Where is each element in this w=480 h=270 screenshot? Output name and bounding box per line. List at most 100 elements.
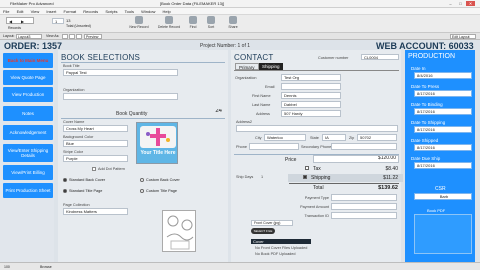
- stripe-color-select[interactable]: Purple: [63, 155, 128, 162]
- date-to-press-field[interactable]: 8/17/2016: [414, 90, 472, 97]
- payment-type-field[interactable]: [331, 194, 397, 201]
- tax-checkbox[interactable]: [305, 166, 309, 170]
- address2-field[interactable]: [236, 125, 398, 132]
- book-title-field[interactable]: Paypal Test: [63, 69, 178, 76]
- first-name-field[interactable]: Dennis: [281, 92, 341, 99]
- payment-amount-field[interactable]: [331, 203, 397, 210]
- date-in-field[interactable]: 8/4/2016: [414, 72, 472, 79]
- date-due-ship-field[interactable]: 8/17/2016: [414, 162, 472, 169]
- menu-tools[interactable]: Tools: [122, 8, 137, 15]
- city-field[interactable]: Waterloo: [264, 134, 306, 141]
- total-value: $139.62: [378, 185, 398, 191]
- find-button[interactable]: Find: [186, 16, 200, 29]
- sidebar-item-print-production[interactable]: Print Production Sheet: [3, 183, 53, 198]
- sort-button[interactable]: Sort: [204, 16, 218, 29]
- transaction-id-field[interactable]: [331, 212, 397, 219]
- cover-name-select[interactable]: Cross My Heart: [63, 125, 128, 132]
- custom-back-cover-label: Custom Back Cover: [146, 178, 180, 182]
- select-file-button[interactable]: SELECT FILE: [251, 228, 275, 234]
- delete-record-icon: [165, 16, 173, 24]
- email-field[interactable]: [281, 83, 341, 90]
- share-label: Share: [228, 25, 238, 29]
- tab-primary[interactable]: Primary: [235, 63, 259, 70]
- menu-edit[interactable]: Edit: [14, 8, 27, 15]
- price-field[interactable]: $120.00: [313, 155, 399, 163]
- menu-view[interactable]: View: [28, 8, 43, 15]
- new-record-button[interactable]: New Record: [128, 16, 150, 29]
- address-field[interactable]: 507 Hardy: [281, 110, 341, 117]
- contact-organization-field[interactable]: Test Org: [281, 74, 341, 81]
- custom-title-page-radio[interactable]: [140, 189, 144, 193]
- sidebar-item-quote-page[interactable]: View Quote Page: [3, 70, 53, 85]
- city-label: City: [255, 136, 262, 140]
- customer-number-field[interactable]: CL0004: [361, 54, 399, 60]
- preview-button[interactable]: Preview: [84, 34, 102, 39]
- minimize-button[interactable]: –: [446, 1, 455, 6]
- menu-records[interactable]: Records: [80, 8, 101, 15]
- production-panel: PRODUCTION Date In 8/4/2016 Date To Pres…: [405, 50, 475, 262]
- standard-title-page-radio[interactable]: [63, 189, 67, 193]
- shipping-value: $11.22: [383, 175, 398, 181]
- book-quantity-field[interactable]: 24: [186, 109, 224, 117]
- sidebar-item-notes[interactable]: Notes: [3, 106, 53, 121]
- delete-record-button[interactable]: Delete Record: [156, 16, 182, 29]
- record-count: 13: [66, 18, 71, 23]
- menu-file[interactable]: File: [0, 8, 12, 15]
- shipping-checkbox[interactable]: [303, 175, 307, 179]
- maximize-button[interactable]: □: [456, 1, 465, 6]
- view-form-icon[interactable]: [62, 34, 68, 39]
- menu-format[interactable]: Format: [60, 8, 79, 15]
- cover-file-type-select[interactable]: Front Cover (jpg): [251, 220, 293, 226]
- layout-select[interactable]: Layout3: [16, 34, 42, 39]
- next-record-icon[interactable]: ▶: [21, 19, 24, 24]
- tab-shipping[interactable]: Shipping: [259, 63, 283, 70]
- custom-back-cover-radio[interactable]: [140, 178, 144, 182]
- find-icon: [189, 16, 197, 24]
- menu-window[interactable]: Window: [138, 8, 158, 15]
- sidebar-item-shipping[interactable]: View/Enter Shipping Details: [3, 144, 53, 162]
- standard-back-cover-radio[interactable]: [63, 178, 67, 182]
- page-collection-select[interactable]: Kindness Matters: [63, 208, 128, 215]
- date-to-shipping-field[interactable]: 8/17/2016: [414, 126, 472, 133]
- dot-pattern-checkbox[interactable]: [92, 167, 96, 171]
- sidebar: Back to Main Menu View Quote Page View P…: [0, 50, 54, 262]
- prev-record-icon[interactable]: ◀: [9, 19, 12, 24]
- zip-field[interactable]: 50702: [357, 134, 397, 141]
- share-button[interactable]: Share: [226, 16, 240, 29]
- last-name-field[interactable]: Dabbel: [281, 101, 341, 108]
- sidebar-item-acknowledgement[interactable]: Acknowledgement: [3, 125, 53, 140]
- transaction-id-label: Transaction ID: [304, 214, 329, 218]
- book-selections-panel: BOOK SELECTIONS Book Title Paypal Test O…: [58, 50, 228, 262]
- page-collection-preview-image: [162, 210, 196, 252]
- book-title-label: Book Title: [63, 64, 80, 68]
- new-record-label: New Record: [129, 25, 149, 29]
- cover-preview-image: Your Title Here: [136, 122, 178, 164]
- zoom-level[interactable]: 100: [4, 265, 10, 269]
- close-button[interactable]: ✕: [466, 1, 475, 6]
- organization-field[interactable]: [63, 93, 178, 100]
- payment-type-label: Payment Type: [304, 196, 329, 200]
- sidebar-item-main-menu[interactable]: Back to Main Menu: [3, 53, 53, 68]
- tax-label: Tax: [313, 166, 321, 172]
- view-list-icon[interactable]: [69, 34, 75, 39]
- menu-insert[interactable]: Insert: [43, 8, 59, 15]
- state-field[interactable]: IA: [322, 134, 346, 141]
- book-pdf-container[interactable]: [414, 214, 472, 254]
- edit-layout-button[interactable]: Edit Layout: [450, 34, 476, 39]
- record-number-field[interactable]: 1: [52, 18, 64, 24]
- phone-field[interactable]: [249, 143, 299, 150]
- sidebar-item-production[interactable]: View Production: [3, 87, 53, 102]
- dot-pattern-label: Add Dot Pattern: [98, 167, 126, 171]
- record-navigator[interactable]: ◀ ▶: [6, 17, 34, 24]
- status-toolbar: ◀ ▶ Records 1 13 Total (Unsorted) New Re…: [0, 15, 480, 33]
- date-shipped-field[interactable]: 8/17/2016: [414, 144, 472, 151]
- menu-help[interactable]: Help: [160, 8, 174, 15]
- view-table-icon[interactable]: [76, 34, 82, 39]
- bg-color-select[interactable]: Blue: [63, 140, 128, 147]
- date-to-binding-field[interactable]: 8/17/2016: [414, 108, 472, 115]
- sidebar-item-billing[interactable]: View/Print Billing: [3, 165, 53, 180]
- divider: [234, 70, 399, 71]
- csr-select[interactable]: Barb: [414, 193, 472, 200]
- menu-scripts[interactable]: Scripts: [102, 8, 120, 15]
- secondary-phone-field[interactable]: [331, 143, 397, 150]
